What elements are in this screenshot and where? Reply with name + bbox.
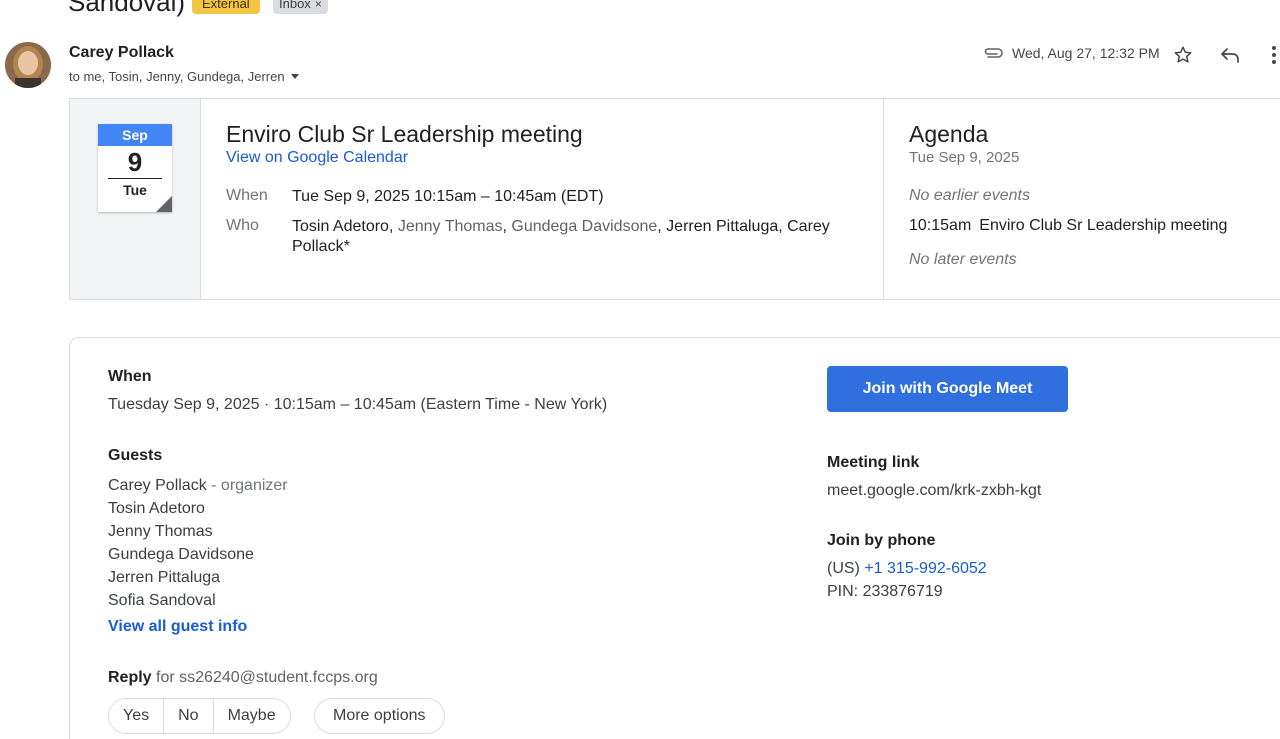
- organizer-tag: - organizer: [206, 477, 288, 494]
- view-all-guest-info-link[interactable]: View all guest info: [108, 618, 247, 636]
- agenda-no-earlier: No earlier events: [909, 187, 1030, 204]
- tile-fold-corner: [156, 196, 172, 212]
- reply-icon[interactable]: [1219, 46, 1241, 64]
- recipients-text: to me, Tosin, Jenny, Gundega, Jerren: [69, 69, 285, 84]
- rsvp-no-button[interactable]: No: [164, 699, 214, 733]
- reply-account: for ss26240@student.fccps.org: [151, 669, 378, 686]
- more-options-button[interactable]: More options: [314, 698, 445, 734]
- guest-item: Gundega Davidsone: [108, 546, 254, 563]
- meeting-link-value[interactable]: meet.google.com/krk-zxbh-kgt: [827, 482, 1041, 500]
- more-vert-icon[interactable]: [1266, 44, 1280, 66]
- guest-item: Tosin Adetoro: [108, 500, 205, 517]
- agenda-event-time: 10:15am: [909, 217, 972, 234]
- calendar-event-card: Sep 9 Tue Enviro Club Sr Leadership meet…: [69, 98, 1280, 300]
- show-details-caret-icon[interactable]: [290, 74, 299, 79]
- agenda-event[interactable]: 10:15am Enviro Club Sr Leadership meeting: [909, 217, 1227, 235]
- organizer-name: Carey Pollack: [108, 477, 207, 494]
- when-value: Tue Sep 9, 2025 10:15am – 10:45am (EDT): [292, 188, 604, 205]
- agenda-panel: Agenda Tue Sep 9, 2025 No earlier events…: [883, 99, 1280, 299]
- agenda-title: Agenda: [909, 121, 989, 147]
- meeting-link-label: Meeting link: [827, 454, 920, 471]
- join-google-meet-button[interactable]: Join with Google Meet: [827, 366, 1068, 412]
- tile-weekday: Tue: [108, 178, 162, 201]
- guest-item: Jerren Pittaluga: [108, 569, 221, 586]
- recipients-summary[interactable]: to me, Tosin, Jenny, Gundega, Jerren: [69, 69, 299, 84]
- invite-when-value: Tuesday Sep 9, 2025 · 10:15am – 10:45am …: [108, 396, 608, 413]
- guest-item: Jenny Thomas: [108, 523, 213, 540]
- phone-line: (US) +1 315-992-6052: [827, 560, 987, 578]
- guest-list: Carey Pollack - organizer Tosin Adetoro …: [108, 474, 288, 612]
- event-when-row: When Tue Sep 9, 2025 10:15am – 10:45am (…: [226, 187, 852, 207]
- guests-label: Guests: [108, 447, 163, 464]
- view-on-google-calendar-link[interactable]: View on Google Calendar: [226, 149, 408, 167]
- phone-pin: PIN: 233876719: [827, 583, 943, 600]
- reply-label: Reply: [108, 669, 152, 686]
- who-guest: Jenny Thomas: [397, 218, 503, 235]
- tile-day: 9: [127, 147, 143, 177]
- join-by-phone-label: Join by phone: [827, 532, 936, 549]
- calendar-date-panel: Sep 9 Tue: [70, 99, 201, 299]
- subject-title: Sandoval): [68, 0, 186, 17]
- agenda-no-later: No later events: [909, 251, 1017, 268]
- sender-name[interactable]: Carey Pollack: [69, 44, 174, 62]
- who-guest: Jerren Pittaluga: [666, 218, 779, 235]
- phone-number-link[interactable]: +1 315-992-6052: [864, 560, 986, 577]
- guest-item: Sofia Sandoval: [108, 592, 216, 609]
- rsvp-maybe-button[interactable]: Maybe: [213, 699, 290, 733]
- label-inbox-text: Inbox: [279, 0, 311, 11]
- who-label: Who: [226, 217, 259, 234]
- avatar[interactable]: [5, 42, 51, 88]
- agenda-event-title: Enviro Club Sr Leadership meeting: [979, 217, 1228, 234]
- event-who-row: Who Tosin Adetoro, Jenny Thomas, Gundega…: [226, 217, 852, 257]
- who-guest: Tosin Adetoro: [292, 218, 389, 235]
- who-value: Tosin Adetoro, Jenny Thomas, Gundega Dav…: [292, 218, 830, 255]
- phone-region: (US): [827, 560, 865, 577]
- star-icon[interactable]: [1172, 44, 1194, 66]
- tile-month: Sep: [98, 124, 172, 146]
- guest-organizer: Carey Pollack - organizer: [108, 474, 288, 497]
- invite-when-label: When: [108, 368, 152, 385]
- calendar-date-tile: Sep 9 Tue: [98, 124, 172, 212]
- rsvp-yes-button[interactable]: Yes: [109, 699, 165, 733]
- label-inbox[interactable]: Inbox ×: [273, 0, 328, 14]
- message-date: Wed, Aug 27, 12:32 PM: [1012, 45, 1160, 61]
- event-title: Enviro Club Sr Leadership meeting: [226, 121, 583, 147]
- who-guest: Gundega Davidsone: [511, 218, 658, 235]
- reply-for-line: Reply for ss26240@student.fccps.org: [108, 669, 378, 687]
- label-external[interactable]: External: [192, 0, 260, 14]
- agenda-date: Tue Sep 9, 2025: [909, 149, 1020, 166]
- attachment-icon: [984, 48, 1003, 58]
- rsvp-button-group: Yes No Maybe: [108, 698, 291, 734]
- remove-label-icon[interactable]: ×: [315, 0, 322, 11]
- invitation-card: When Tuesday Sep 9, 2025 · 10:15am – 10:…: [69, 337, 1280, 739]
- when-label: When: [226, 187, 268, 204]
